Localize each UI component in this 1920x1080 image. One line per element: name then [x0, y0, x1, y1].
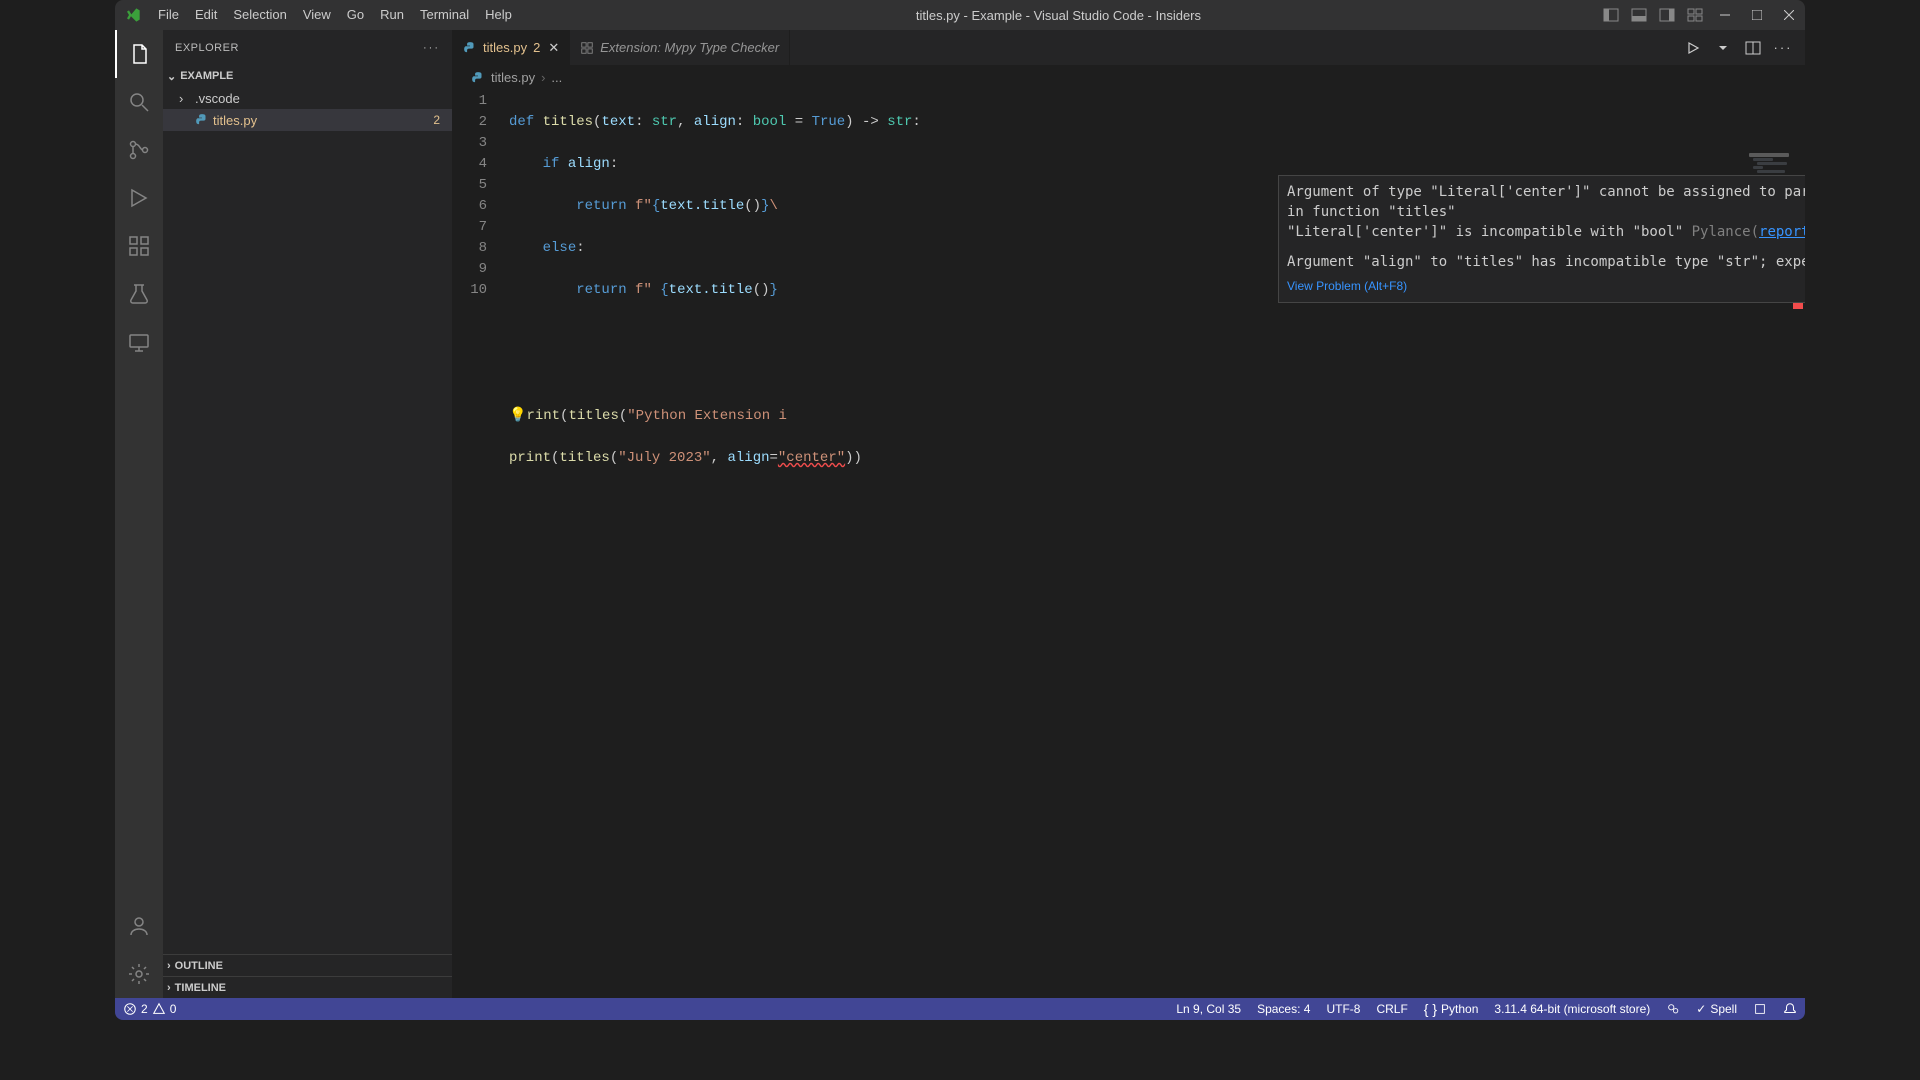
vscode-logo-icon [115, 7, 150, 23]
editor-area: titles.py 2 ✕ Extension: Mypy Type Check… [453, 30, 1805, 998]
remote-explorer-icon[interactable] [115, 318, 163, 366]
menu-selection[interactable]: Selection [225, 0, 294, 30]
close-button[interactable] [1773, 0, 1805, 30]
python-file-icon [463, 41, 477, 55]
python-file-icon [471, 71, 485, 85]
minimize-button[interactable] [1709, 0, 1741, 30]
menu-terminal[interactable]: Terminal [412, 0, 477, 30]
sidebar-more-icon[interactable]: ··· [423, 42, 440, 54]
accounts-icon[interactable] [115, 902, 163, 950]
status-prettier-icon[interactable] [1745, 998, 1775, 1020]
chevron-right-icon: › [541, 70, 545, 85]
status-python-interpreter[interactable]: 3.11.4 64-bit (microsoft store) [1486, 998, 1658, 1020]
status-eol[interactable]: CRLF [1368, 998, 1415, 1020]
diagnostic-hover: Argument of type "Literal['center']" can… [1278, 175, 1805, 303]
sidebar-title: EXPLORER [175, 42, 239, 54]
error-icon [123, 1002, 137, 1016]
file-titles-py[interactable]: titles.py 2 [163, 109, 452, 131]
menu-view[interactable]: View [295, 0, 339, 30]
activity-bar [115, 30, 163, 998]
status-tweet-feedback-icon[interactable] [1658, 998, 1688, 1020]
problems-badge: 2 [433, 113, 440, 127]
status-notifications-icon[interactable] [1775, 998, 1805, 1020]
toggle-panel-icon[interactable] [1625, 0, 1653, 30]
run-debug-icon[interactable] [115, 174, 163, 222]
warning-icon [152, 1002, 166, 1016]
breadcrumb[interactable]: titles.py › ... [453, 65, 1805, 91]
explorer-icon[interactable] [115, 30, 163, 78]
menu-run[interactable]: Run [372, 0, 412, 30]
file-tree: › .vscode titles.py 2 [163, 87, 452, 954]
menu-bar: File Edit Selection View Go Run Terminal… [150, 0, 520, 30]
outline-section[interactable]: › OUTLINE [163, 954, 452, 976]
status-bar: 2 0 Ln 9, Col 35 Spaces: 4 UTF-8 CRLF { … [115, 998, 1805, 1020]
close-tab-icon[interactable]: ✕ [548, 40, 559, 56]
customize-layout-icon[interactable] [1681, 0, 1709, 30]
editor-more-icon[interactable]: ··· [1769, 33, 1797, 63]
folder-section-header[interactable]: ⌄ EXAMPLE [163, 65, 452, 87]
run-python-button[interactable] [1679, 33, 1707, 63]
testing-icon[interactable] [115, 270, 163, 318]
extension-icon [580, 41, 594, 55]
pylance-rule-link[interactable]: reportGeneralTypeIssues [1759, 224, 1805, 240]
status-problems[interactable]: 2 0 [115, 998, 184, 1020]
search-icon[interactable] [115, 78, 163, 126]
source-control-icon[interactable] [115, 126, 163, 174]
status-language[interactable]: { } Python [1416, 998, 1487, 1020]
chevron-right-icon: › [179, 91, 195, 106]
toggle-primary-sidebar-icon[interactable] [1597, 0, 1625, 30]
explorer-sidebar: EXPLORER ··· ⌄ EXAMPLE › .vscode titles.… [163, 30, 453, 998]
split-editor-icon[interactable] [1739, 33, 1767, 63]
status-cursor-position[interactable]: Ln 9, Col 35 [1168, 998, 1249, 1020]
extensions-icon[interactable] [115, 222, 163, 270]
window-title: titles.py - Example - Visual Studio Code… [520, 8, 1597, 23]
menu-edit[interactable]: Edit [187, 0, 225, 30]
status-indentation[interactable]: Spaces: 4 [1249, 998, 1318, 1020]
menu-help[interactable]: Help [477, 0, 520, 30]
chevron-down-icon: ⌄ [167, 70, 176, 83]
timeline-section[interactable]: › TIMELINE [163, 976, 452, 998]
title-bar: File Edit Selection View Go Run Terminal… [115, 0, 1805, 30]
menu-file[interactable]: File [150, 0, 187, 30]
menu-go[interactable]: Go [339, 0, 372, 30]
status-encoding[interactable]: UTF-8 [1318, 998, 1368, 1020]
toggle-secondary-sidebar-icon[interactable] [1653, 0, 1681, 30]
folder-vscode[interactable]: › .vscode [163, 87, 452, 109]
line-numbers: 12345678910 [453, 91, 505, 301]
code-content[interactable]: def titles(text: str, align: bool = True… [509, 91, 1805, 553]
run-dropdown-icon[interactable] [1709, 33, 1737, 63]
view-problem-link[interactable]: View Problem (Alt+F8) [1287, 276, 1805, 296]
editor-tabs: titles.py 2 ✕ Extension: Mypy Type Check… [453, 30, 1805, 65]
python-file-icon [195, 113, 213, 127]
lightbulb-icon[interactable]: 💡 [509, 408, 526, 424]
maximize-button[interactable] [1741, 0, 1773, 30]
settings-gear-icon[interactable] [115, 950, 163, 998]
tab-extension-mypy[interactable]: Extension: Mypy Type Checker [570, 30, 790, 65]
tab-titles-py[interactable]: titles.py 2 ✕ [453, 30, 570, 65]
status-spell[interactable]: ✓Spell [1688, 998, 1745, 1020]
chevron-right-icon: › [167, 982, 171, 994]
chevron-right-icon: › [167, 960, 171, 972]
error-marker[interactable] [1793, 303, 1803, 309]
